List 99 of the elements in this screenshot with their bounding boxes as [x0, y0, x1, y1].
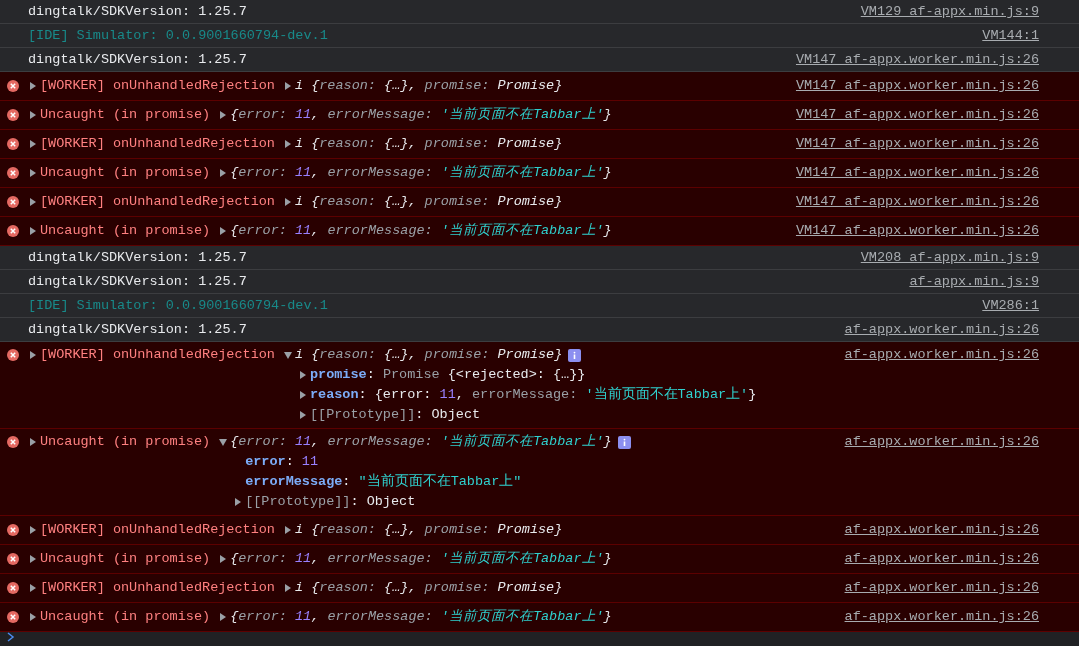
source-link[interactable]: VM147 af-appx.worker.min.js:26 — [779, 221, 1039, 241]
expand-arrow-icon[interactable] — [283, 139, 292, 149]
log-message: dingtalk/SDKVersion: 1.25.7 — [28, 51, 247, 69]
source-link[interactable]: af-appx.worker.min.js:26 — [828, 345, 1039, 425]
expand-arrow-icon[interactable] — [283, 350, 292, 360]
object-preview[interactable]: i {reason: {…}, promise: Promise} — [294, 134, 563, 154]
error-message: [WORKER] onUnhandledRejection — [40, 135, 275, 153]
source-link[interactable]: af-appx.worker.min.js:26 — [828, 549, 1039, 569]
source-link[interactable]: VM208 af-appx.min.js:9 — [844, 248, 1039, 267]
source-link[interactable]: VM147 af-appx.worker.min.js:26 — [779, 163, 1039, 183]
error-message: Uncaught (in promise) — [40, 433, 211, 451]
expand-arrow-icon[interactable] — [29, 197, 37, 207]
expand-arrow-icon[interactable] — [283, 583, 292, 593]
object-preview[interactable]: i {reason: {…}, promise: Promise} — [294, 192, 563, 212]
error-message: Uncaught (in promise) — [40, 222, 211, 240]
source-link[interactable]: af-appx.worker.min.js:26 — [828, 520, 1039, 540]
error-icon — [7, 553, 19, 565]
object-preview[interactable]: {error: 11, errorMessage: '当前页面不在Tabbar上'} — [230, 163, 612, 183]
object-preview[interactable]: i {reason: {…}, promise: Promise} — [294, 520, 563, 540]
source-link[interactable]: af-appx.worker.min.js:26 — [828, 607, 1039, 627]
log-message: [IDE] Simulator: 0.0.9001660794-dev.1 — [28, 297, 328, 315]
expand-arrow-icon[interactable] — [29, 583, 37, 593]
error-icon — [7, 80, 19, 92]
object-property: errorMessage: "当前页面不在Tabbar上" — [245, 472, 522, 491]
expand-arrow-icon[interactable] — [29, 110, 37, 120]
log-message: [IDE] Simulator: 0.0.9001660794-dev.1 — [28, 27, 328, 45]
source-link[interactable]: VM147 af-appx.worker.min.js:26 — [779, 105, 1039, 125]
error-message: [WORKER] onUnhandledRejection — [40, 346, 275, 364]
error-icon — [7, 167, 19, 179]
log-message: dingtalk/SDKVersion: 1.25.7 — [28, 273, 247, 291]
log-message: dingtalk/SDKVersion: 1.25.7 — [28, 3, 247, 21]
expand-arrow-icon[interactable] — [29, 350, 37, 360]
expand-arrow-icon[interactable] — [219, 168, 228, 178]
error-icon — [7, 138, 19, 150]
expand-arrow-icon[interactable] — [29, 139, 37, 149]
source-link[interactable]: VM129 af-appx.min.js:9 — [844, 2, 1039, 21]
source-link[interactable]: VM286:1 — [966, 296, 1039, 315]
object-preview[interactable]: i {reason: {…}, promise: Promise} — [294, 76, 563, 96]
expand-arrow-icon[interactable] — [219, 437, 228, 447]
object-preview[interactable]: {error: 11, errorMessage: '当前页面不在Tabbar上'} — [230, 221, 612, 241]
expand-arrow-icon[interactable] — [298, 410, 307, 420]
object-property: reason: {error: 11, errorMessage: '当前页面不在Tabbar上'} — [309, 385, 757, 404]
error-icon — [7, 582, 19, 594]
source-link[interactable]: af-appx.worker.min.js:26 — [828, 320, 1039, 339]
expand-arrow-icon[interactable] — [29, 554, 37, 564]
expand-arrow-icon[interactable] — [298, 390, 307, 400]
error-icon — [7, 524, 19, 536]
object-property: promise: Promise {<rejected>: {…}} — [309, 366, 586, 384]
source-link[interactable]: VM147 af-appx.worker.min.js:26 — [779, 50, 1039, 69]
error-message: Uncaught (in promise) — [40, 550, 211, 568]
error-message: [WORKER] onUnhandledRejection — [40, 521, 275, 539]
error-icon — [7, 349, 19, 361]
object-preview[interactable]: {error: 11, errorMessage: '当前页面不在Tabbar上'} — [230, 432, 612, 452]
source-link[interactable]: VM147 af-appx.worker.min.js:26 — [779, 76, 1039, 96]
expand-arrow-icon[interactable] — [234, 497, 243, 507]
error-icon — [7, 109, 19, 121]
error-icon — [7, 225, 19, 237]
log-message: dingtalk/SDKVersion: 1.25.7 — [28, 249, 247, 267]
object-preview[interactable]: {error: 11, errorMessage: '当前页面不在Tabbar上'} — [230, 607, 612, 627]
expand-arrow-icon[interactable] — [283, 197, 292, 207]
expand-arrow-icon[interactable] — [283, 81, 292, 91]
prompt-chevron-icon — [7, 632, 15, 642]
object-property: error: 11 — [245, 453, 319, 471]
error-icon — [7, 611, 19, 623]
expand-arrow-icon[interactable] — [29, 525, 37, 535]
expand-arrow-icon[interactable] — [29, 168, 37, 178]
object-preview[interactable]: i {reason: {…}, promise: Promise} — [294, 345, 563, 365]
source-link[interactable]: VM147 af-appx.worker.min.js:26 — [779, 192, 1039, 212]
info-icon[interactable] — [568, 348, 582, 362]
expand-arrow-icon[interactable] — [219, 110, 228, 120]
expand-arrow-icon[interactable] — [283, 525, 292, 535]
error-message: [WORKER] onUnhandledRejection — [40, 193, 275, 211]
error-message: [WORKER] onUnhandledRejection — [40, 77, 275, 95]
info-icon[interactable] — [617, 435, 631, 449]
object-property: [[Prototype]]: Object — [245, 493, 416, 511]
error-message: Uncaught (in promise) — [40, 164, 211, 182]
source-link[interactable]: af-appx.worker.min.js:26 — [828, 432, 1039, 512]
error-message: [WORKER] onUnhandledRejection — [40, 579, 275, 597]
error-icon — [7, 196, 19, 208]
object-property: [[Prototype]]: Object — [309, 406, 481, 424]
source-link[interactable]: VM147 af-appx.worker.min.js:26 — [779, 134, 1039, 154]
source-link[interactable]: af-appx.min.js:9 — [893, 272, 1039, 291]
expand-arrow-icon[interactable] — [29, 612, 37, 622]
source-link[interactable]: VM144:1 — [966, 26, 1039, 45]
expand-arrow-icon[interactable] — [29, 81, 37, 91]
object-preview[interactable]: i {reason: {…}, promise: Promise} — [294, 578, 563, 598]
error-icon — [7, 436, 19, 448]
error-message: Uncaught (in promise) — [40, 106, 211, 124]
expand-arrow-icon[interactable] — [29, 226, 37, 236]
source-link[interactable]: af-appx.worker.min.js:26 — [828, 578, 1039, 598]
object-preview[interactable]: {error: 11, errorMessage: '当前页面不在Tabbar上'} — [230, 105, 612, 125]
expand-arrow-icon[interactable] — [219, 226, 228, 236]
expand-arrow-icon[interactable] — [219, 612, 228, 622]
expand-arrow-icon[interactable] — [29, 437, 37, 447]
error-message: Uncaught (in promise) — [40, 608, 211, 626]
log-message: dingtalk/SDKVersion: 1.25.7 — [28, 321, 247, 339]
object-preview[interactable]: {error: 11, errorMessage: '当前页面不在Tabbar上'} — [230, 549, 612, 569]
expand-arrow-icon[interactable] — [219, 554, 228, 564]
expand-arrow-icon[interactable] — [298, 370, 307, 380]
